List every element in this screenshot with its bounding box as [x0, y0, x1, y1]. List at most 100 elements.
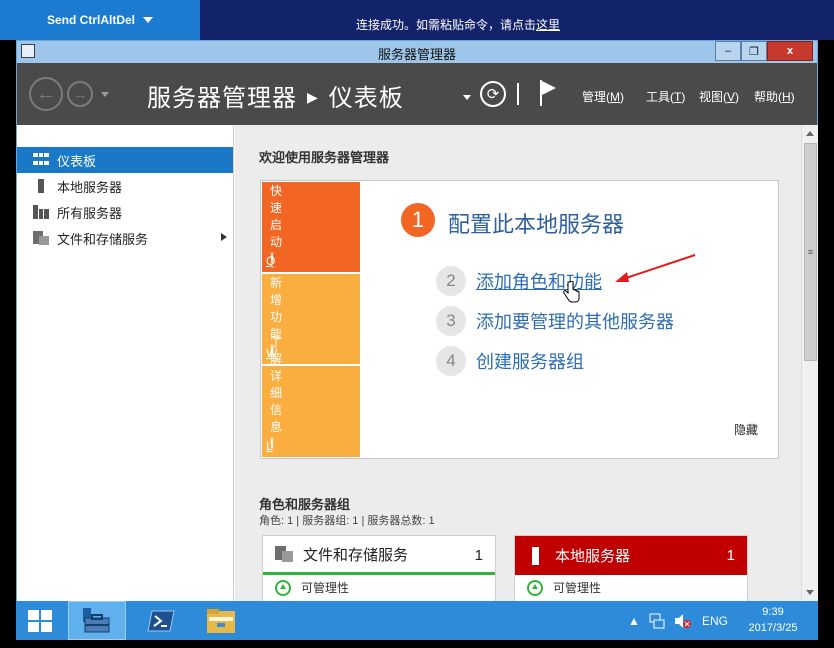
breadcrumb-dropdown-icon[interactable]	[463, 95, 471, 100]
refresh-button[interactable]: ⟳	[480, 81, 506, 107]
network-icon[interactable]	[649, 601, 665, 640]
card-status-label: 可管理性	[553, 581, 602, 595]
taskbar-file-explorer[interactable]	[192, 601, 250, 640]
sidebar-item-label: 本地服务器	[57, 179, 123, 195]
sidebar: 仪表板 本地服务器 所有服务器 文件和存储服务	[17, 125, 234, 601]
step-1-number: 1	[401, 203, 435, 237]
scroll-up-icon[interactable]	[806, 131, 814, 136]
server-icon	[38, 179, 44, 193]
card-title: 本地服务器	[555, 548, 631, 565]
sidebar-item-all-servers[interactable]: 所有服务器	[17, 199, 233, 225]
vertical-scrollbar[interactable]: ≡	[801, 125, 818, 601]
clock[interactable]: 9:39 2017/3/25	[738, 604, 808, 636]
server-icon	[527, 546, 545, 565]
card-status-row[interactable]: 可管理性	[263, 579, 495, 596]
forward-button[interactable]: →	[67, 81, 93, 107]
arrow-right-icon: →	[72, 85, 88, 103]
roles-section-title: 角色和服务器组	[259, 497, 351, 512]
sidebar-item-label: 所有服务器	[57, 205, 123, 221]
send-ctrl-alt-del-button[interactable]: Send CtrlAltDel	[0, 0, 200, 40]
window-title: 服务器管理器	[377, 47, 456, 62]
taskbar-server-manager[interactable]	[68, 601, 126, 640]
arrow-left-icon: ←	[36, 82, 56, 105]
breadcrumb-separator-icon: ▶	[307, 89, 319, 105]
tray-overflow-icon[interactable]: ▲	[628, 601, 640, 640]
breadcrumb-current: 仪表板	[328, 85, 404, 112]
card-local-server[interactable]: 本地服务器 1 可管理性	[514, 535, 748, 601]
sidebar-item-dashboard[interactable]: 仪表板	[17, 147, 233, 173]
paste-here-link[interactable]: 这里	[536, 18, 560, 32]
notifications-flag-icon[interactable]	[538, 80, 558, 106]
file-storage-icon	[33, 231, 49, 245]
toolbar-divider	[517, 83, 519, 105]
clock-date: 2017/3/25	[748, 622, 798, 634]
chevron-down-icon	[143, 17, 153, 23]
connection-message: 连接成功。如需粘贴命令，请点击这里	[356, 16, 560, 33]
sidebar-item-label: 文件和存储服务	[57, 231, 149, 247]
servers-icon	[33, 205, 49, 219]
menu-tools[interactable]: 工具(T)	[646, 88, 685, 105]
sidebar-item-label: 仪表板	[57, 153, 97, 169]
connection-message-text: 连接成功。如需粘贴命令，请点击	[356, 18, 537, 32]
step-number: 2	[436, 266, 466, 296]
taskbar-powershell[interactable]	[132, 601, 190, 640]
card-count: 1	[474, 547, 483, 564]
card-status-row[interactable]: 可管理性	[515, 579, 747, 596]
chevron-right-icon[interactable]	[221, 233, 227, 241]
create-server-group-link[interactable]: 创建服务器组	[476, 348, 584, 374]
windows-start-icon[interactable]	[28, 610, 52, 632]
scroll-down-icon[interactable]	[806, 590, 814, 595]
send-ctrl-alt-del-label: Send CtrlAltDel	[46, 13, 135, 27]
configure-local-server-link[interactable]: 配置此本地服务器	[448, 207, 624, 239]
red-annotation-arrow-icon	[615, 254, 696, 282]
server-manager-window: 服务器管理器 – ❐ x ← → 服务器管理器 ▶ 仪表板 ⟳ 管理(M) 工具(T…	[16, 40, 818, 602]
minimize-button[interactable]: –	[715, 41, 741, 61]
card-count: 1	[726, 547, 735, 564]
sidebar-item-file-storage[interactable]: 文件和存储服务	[17, 225, 233, 251]
card-status-label: 可管理性	[301, 581, 350, 595]
add-other-servers-link[interactable]: 添加要管理的其他服务器	[476, 308, 674, 334]
close-icon: x	[786, 45, 794, 57]
restore-button[interactable]: ❐	[741, 41, 767, 61]
step-number: 3	[436, 306, 466, 336]
powershell-icon	[147, 610, 175, 631]
dashboard-content: 欢迎使用服务器管理器 快速启动(Q) 新增功能(W) 了解详细信息(L) 1 配…	[235, 125, 801, 601]
sidebar-item-local-server[interactable]: 本地服务器	[17, 173, 233, 199]
status-ok-icon	[275, 579, 291, 596]
back-button[interactable]: ←	[29, 77, 63, 111]
close-button[interactable]: x	[767, 41, 813, 61]
card-file-storage[interactable]: 文件和存储服务 1 可管理性	[262, 535, 496, 601]
breadcrumb-root[interactable]: 服务器管理器	[147, 85, 297, 112]
menu-view[interactable]: 视图(V)	[699, 88, 739, 105]
roles-summary: 角色: 1 | 服务器组: 1 | 服务器总数: 1	[259, 515, 435, 527]
tile-label: 了解详细信息(L)	[266, 335, 283, 453]
window-titlebar: 服务器管理器 – ❐ x	[17, 41, 817, 63]
step-3: 3 添加要管理的其他服务器	[436, 306, 674, 336]
dashboard-icon	[33, 153, 49, 167]
input-language[interactable]: ENG	[702, 601, 728, 640]
scrollbar-thumb[interactable]: ≡	[804, 143, 817, 361]
history-dropdown-icon[interactable]	[101, 92, 109, 97]
screen: Send CtrlAltDel 连接成功。如需粘贴命令，请点击这里 服务器管理器…	[0, 0, 834, 648]
step-number: 4	[436, 346, 466, 376]
refresh-icon: ⟳	[486, 86, 500, 103]
volume-muted-icon[interactable]	[674, 601, 692, 640]
clock-time: 9:39	[762, 606, 784, 618]
taskbar: ▲ ENG 9:39 2017/3/25	[16, 601, 818, 640]
status-ok-icon	[527, 579, 543, 596]
menu-help[interactable]: 帮助(H)	[754, 88, 795, 105]
tile-quick-start[interactable]: 快速启动(Q)	[262, 182, 360, 272]
card-header: 文件和存储服务 1	[263, 536, 495, 575]
welcome-panel: 快速启动(Q) 新增功能(W) 了解详细信息(L) 1 配置此本地服务器 2 添…	[260, 180, 779, 459]
add-roles-features-link[interactable]: 添加角色和功能	[476, 268, 602, 294]
menu-manage[interactable]: 管理(M)	[582, 88, 624, 105]
hide-link[interactable]: 隐藏	[734, 421, 758, 438]
tile-learn-more[interactable]: 了解详细信息(L)	[262, 335, 360, 457]
remote-top-bar: Send CtrlAltDel 连接成功。如需粘贴命令，请点击这里	[0, 0, 834, 40]
minimize-icon: –	[724, 45, 732, 57]
hand-cursor-icon	[563, 281, 580, 303]
file-storage-icon	[275, 545, 293, 563]
step-4: 4 创建服务器组	[436, 346, 584, 376]
tile-label: 快速启动(Q)	[266, 184, 283, 268]
folder-icon	[207, 608, 235, 633]
